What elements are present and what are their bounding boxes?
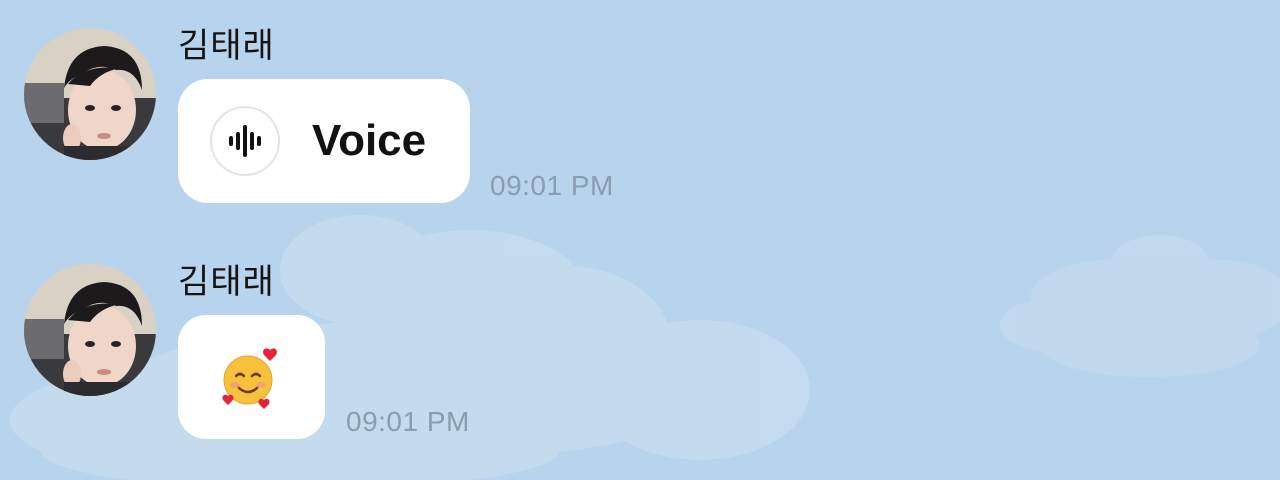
voice-message-bubble[interactable]: Voice <box>178 79 470 203</box>
sender-name: 김태래 <box>178 26 275 66</box>
audio-waveform-icon[interactable] <box>210 106 280 176</box>
message-timestamp: 09:01 PM <box>346 406 470 437</box>
sender-avatar[interactable] <box>24 28 156 160</box>
profile-photo-icon <box>24 264 156 396</box>
sender-name: 김태래 <box>178 262 275 302</box>
message-timestamp: 09:01 PM <box>490 170 614 201</box>
emoji-message-bubble[interactable] <box>178 315 325 439</box>
sender-avatar[interactable] <box>24 264 156 396</box>
profile-photo-icon <box>24 28 156 160</box>
voice-message-label: Voice <box>312 116 427 165</box>
smiling-face-with-hearts-icon <box>222 348 277 409</box>
